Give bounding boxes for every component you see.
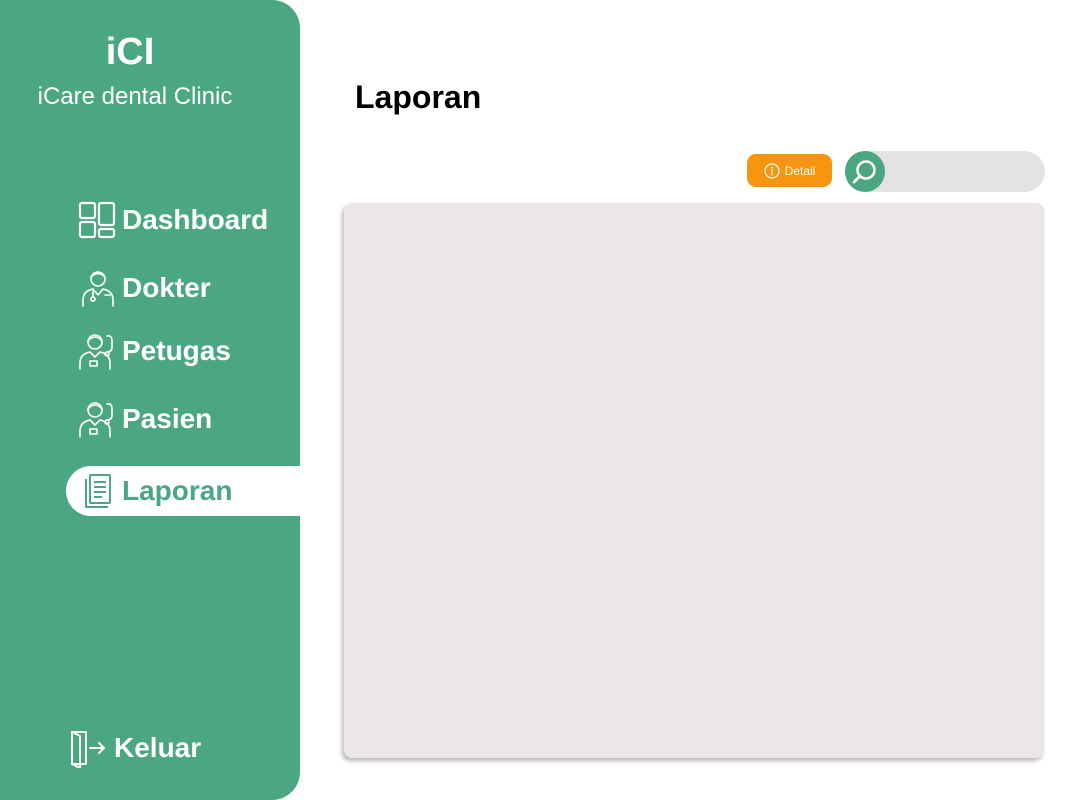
sidebar-item-dokter[interactable]: Dokter bbox=[66, 263, 300, 313]
logout-button[interactable]: Keluar bbox=[68, 724, 201, 772]
sidebar-item-petugas[interactable]: Petugas bbox=[66, 326, 300, 376]
logout-label: Keluar bbox=[114, 732, 202, 763]
patient-icon bbox=[79, 402, 113, 438]
staff-icon bbox=[79, 334, 113, 370]
sidebar-item-label: Petugas bbox=[122, 335, 231, 366]
detail-button[interactable]: Detail bbox=[747, 154, 832, 187]
sidebar: iCI iCare dental Clinic Dashboard Dokter bbox=[0, 0, 300, 800]
sidebar-item-label: Laporan bbox=[122, 475, 233, 506]
doctor-icon bbox=[82, 271, 114, 307]
search-button[interactable] bbox=[845, 151, 885, 192]
sidebar-item-laporan[interactable]: Laporan bbox=[66, 466, 300, 516]
report-icon bbox=[85, 474, 111, 508]
search-input[interactable] bbox=[891, 157, 1035, 188]
detail-button-label: Detail bbox=[784, 163, 816, 178]
info-icon bbox=[764, 162, 780, 179]
sidebar-item-label: Pasien bbox=[122, 403, 213, 434]
sidebar-item-label: Dokter bbox=[122, 272, 211, 303]
sidebar-item-dashboard[interactable]: Dashboard bbox=[66, 195, 300, 245]
brand-name: iCare dental Clinic bbox=[37, 83, 233, 110]
report-panel bbox=[344, 203, 1044, 758]
search-box[interactable] bbox=[845, 151, 1045, 192]
page-title: Laporan bbox=[355, 79, 482, 115]
dashboard-icon bbox=[78, 201, 116, 239]
sidebar-item-label: Dashboard bbox=[122, 204, 269, 235]
brand-logo: iCI bbox=[105, 31, 155, 73]
sidebar-item-pasien[interactable]: Pasien bbox=[66, 394, 300, 444]
search-icon bbox=[852, 159, 876, 183]
logout-icon bbox=[71, 731, 105, 768]
